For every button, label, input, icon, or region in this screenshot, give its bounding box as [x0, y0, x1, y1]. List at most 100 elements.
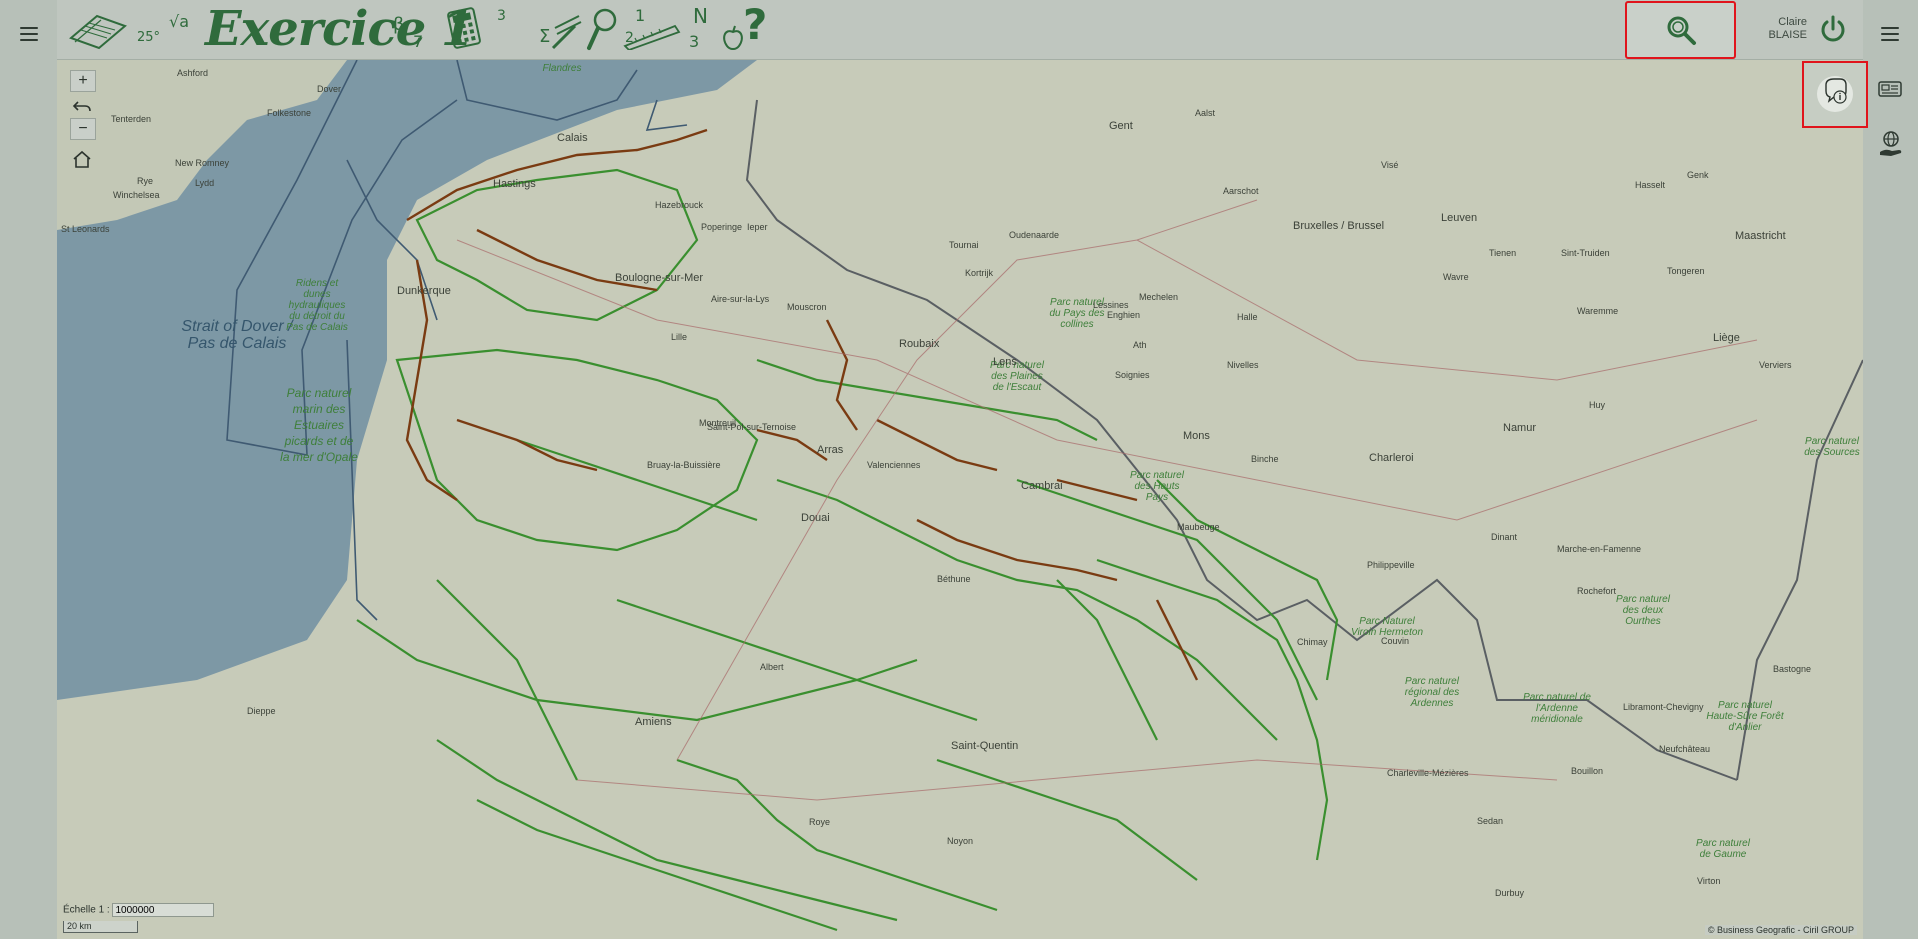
user-first-name: Claire: [1778, 16, 1807, 28]
place-label: Aalst: [1195, 108, 1216, 118]
scale-bar: 20 km: [63, 921, 138, 933]
park-label: Parc naturel marin des Estuaires picards…: [280, 386, 358, 464]
place-label: Winchelsea: [113, 190, 160, 200]
place-label: Liège: [1713, 332, 1740, 344]
park-label: Parc Naturel Viroin Hermeton: [1350, 616, 1424, 638]
place-label: Ath: [1133, 340, 1147, 350]
place-label: Soignies: [1115, 370, 1150, 380]
search-icon: [1667, 16, 1696, 45]
sea-label-line: Pas de Calais: [187, 335, 287, 352]
place-label: Huy: [1589, 400, 1606, 410]
place-label: Bastogne: [1773, 664, 1812, 674]
place-label: Cambrai: [1021, 480, 1063, 492]
apple-icon: [721, 24, 745, 57]
zoom-out-button[interactable]: −: [70, 118, 96, 140]
scale-label: Échelle 1 :: [63, 904, 110, 916]
place-label: Mouscron: [787, 302, 827, 312]
park-label: Parc naturel des deux Ourthes: [1616, 594, 1670, 627]
map-view[interactable]: Strait of Dover / Pas de Calais Parc nat…: [57, 60, 1863, 939]
undo-icon[interactable]: [70, 96, 94, 116]
place-label: Mechelen: [1139, 292, 1179, 302]
zoom-in-button[interactable]: +: [70, 70, 96, 92]
place-label: Virton: [1697, 876, 1721, 886]
place-label: Mons: [1183, 430, 1210, 442]
place-label: Dunkerque: [397, 285, 451, 297]
place-label: Sint-Truiden: [1561, 248, 1610, 258]
place-label: St Leonards: [61, 224, 110, 234]
place-label: Hastings: [493, 178, 536, 190]
info-button[interactable]: [1802, 61, 1868, 128]
layers-icon[interactable]: [1877, 80, 1905, 100]
place-label: Marche-en-Famenne: [1557, 544, 1642, 554]
right-rail: [1862, 0, 1918, 939]
user-name: Claire BLAISE: [1762, 16, 1807, 42]
place-label: Maubeuge: [1177, 522, 1220, 532]
place-label: Lydd: [195, 178, 215, 188]
place-label: Wavre: [1443, 272, 1469, 282]
hamburger-icon[interactable]: [1881, 27, 1899, 41]
pencils-icon: [549, 8, 583, 57]
place-label: Verviers: [1759, 360, 1792, 370]
park-label: Parc naturel régional des Ardennes: [1404, 676, 1460, 709]
place-label: Hasselt: [1635, 180, 1666, 190]
place-label: Enghien: [1107, 310, 1141, 320]
place-label: Ashford: [177, 68, 209, 78]
doodle-text: 3: [689, 32, 700, 51]
place-label: Poperinge: [701, 222, 743, 232]
globe-hand-icon[interactable]: [1877, 130, 1905, 158]
place-label: Durbuy: [1495, 888, 1525, 898]
place-label: Amiens: [635, 716, 672, 728]
place-label: Tenterden: [111, 114, 152, 124]
ruler-icon: [623, 20, 683, 55]
place-label: Noyon: [947, 836, 974, 846]
search-button[interactable]: [1625, 1, 1736, 59]
place-label: Boulogne-sur-Mer: [615, 272, 704, 284]
place-label: Dover: [317, 84, 342, 94]
place-label: Lens: [993, 356, 1017, 368]
hamburger-icon[interactable]: [20, 27, 38, 41]
doodle-text: ?: [743, 0, 768, 49]
place-label: Dinant: [1491, 532, 1518, 542]
place-label: Arras: [817, 444, 844, 456]
place-label: Gent: [1109, 120, 1133, 132]
place-label: Aire-sur-la-Lys: [711, 294, 770, 304]
park-label: Parc naturel Haute-Sûre Forêt d'Anlier: [1706, 700, 1784, 733]
doodle-text: N: [693, 4, 708, 28]
place-label: Douai: [801, 512, 830, 524]
scale-input[interactable]: [112, 903, 215, 917]
place-label: Rye: [137, 176, 154, 186]
home-icon[interactable]: [70, 148, 94, 170]
place-label: Albert: [760, 662, 784, 672]
place-label: Calais: [557, 132, 588, 144]
place-label: New Romney: [175, 158, 230, 168]
place-label: Waremme: [1577, 306, 1619, 316]
place-label: Tournai: [949, 240, 979, 250]
place-label: Bouillon: [1571, 766, 1604, 776]
place-label: Kortrijk: [965, 268, 994, 278]
user-last-name: BLAISE: [1768, 29, 1807, 41]
app-header: 25° √a Exercice 1 β 7 3 Σ 2 1 N 3 ? Clai…: [57, 0, 1863, 60]
place-label: Ieper: [747, 222, 768, 232]
place-label: Bruxelles / Brussel: [1293, 220, 1385, 232]
place-label: Philippeville: [1367, 560, 1415, 570]
place-label: Visé: [1381, 160, 1399, 170]
calculator-icon: [445, 6, 485, 57]
place-label: Charleroi: [1369, 452, 1414, 464]
place-label: Tongeren: [1667, 266, 1705, 276]
place-label: Lille: [671, 332, 688, 342]
place-label: Halle: [1237, 312, 1258, 322]
magnifier-doodle-icon: [585, 6, 621, 59]
park-label: Parc naturel des Sources: [1804, 436, 1860, 458]
doodle-text: 7: [413, 32, 424, 51]
place-label: Aarschot: [1223, 186, 1259, 196]
place-label: Lessines: [1093, 300, 1129, 310]
place-label: Roye: [809, 817, 831, 827]
doodle-text: 25°: [137, 30, 161, 45]
power-icon[interactable]: [1818, 14, 1848, 49]
park-label: Parc naturel des Hauts Pays: [1130, 470, 1184, 503]
park-label: Parc naturel de Gaume: [1696, 838, 1750, 860]
notebook-icon: [67, 8, 129, 57]
map-credits: © Business Geografic - Ciril GROUP: [1704, 925, 1857, 935]
scale-control: Échelle 1 :: [63, 903, 215, 917]
place-label: Oudenaarde: [1009, 230, 1060, 240]
